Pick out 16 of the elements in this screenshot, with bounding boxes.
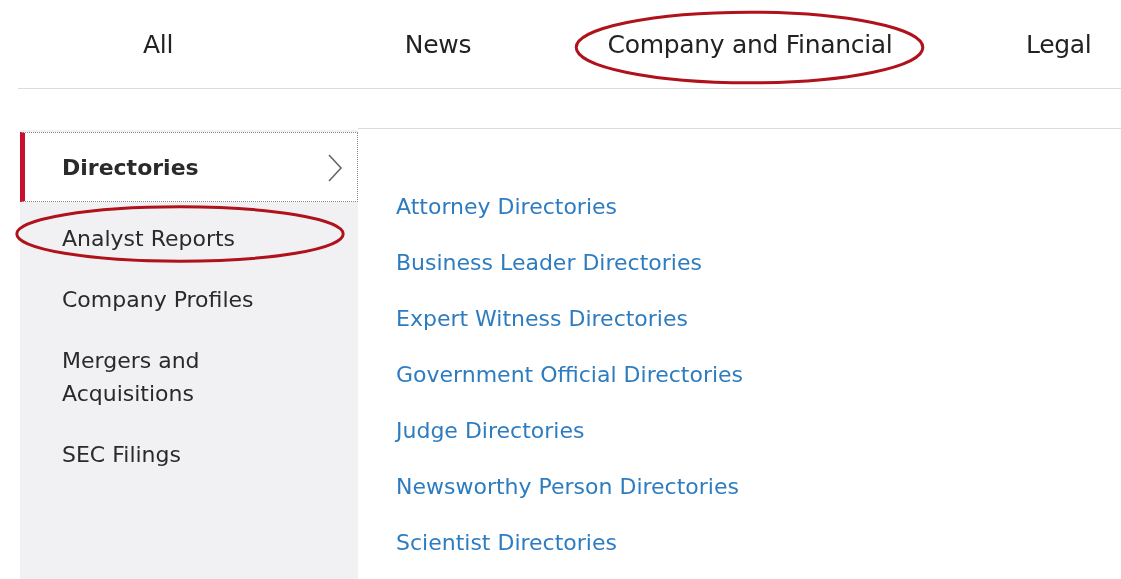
directory-link[interactable]: Attorney Directories xyxy=(396,179,617,235)
directory-link[interactable]: Scientist Directories xyxy=(396,515,617,571)
category-tab[interactable]: News xyxy=(366,1,510,87)
directory-link[interactable]: Judge Directories xyxy=(396,403,585,459)
category-tab[interactable]: Legal xyxy=(988,1,1121,87)
sidebar-item[interactable]: Company Profiles xyxy=(20,269,302,330)
sidebar-item[interactable]: Mergers and Acquisitions xyxy=(20,330,302,424)
category-tab[interactable]: All xyxy=(104,1,212,87)
directory-link[interactable]: Business Leader Directories xyxy=(396,235,702,291)
directory-link[interactable]: Newsworthy Person Directories xyxy=(396,459,739,515)
directory-link[interactable]: Government Official Directories xyxy=(396,347,744,403)
sidebar-item[interactable]: Directories xyxy=(20,132,358,202)
sidebar-item[interactable]: Analyst Reports xyxy=(20,208,302,269)
category-tab[interactable]: Company and Financial xyxy=(569,1,931,87)
directory-link[interactable]: Expert Witness Directories xyxy=(396,291,688,347)
sidebar-item[interactable]: SEC Filings xyxy=(20,424,302,485)
